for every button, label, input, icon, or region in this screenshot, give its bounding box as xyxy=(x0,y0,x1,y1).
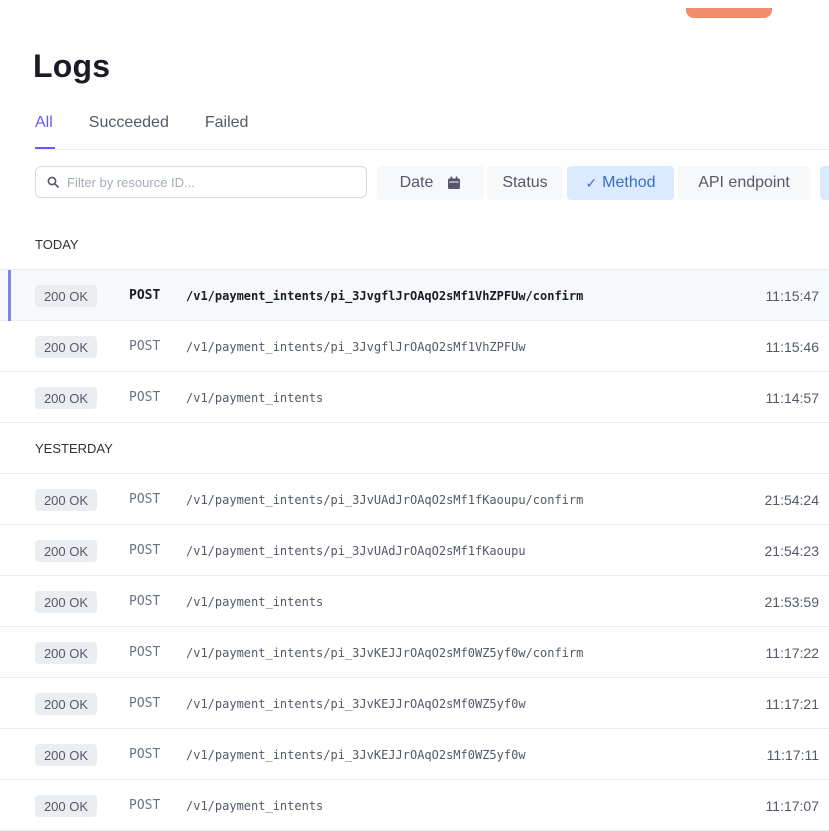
selected-row-indicator xyxy=(8,270,11,321)
http-method: POST xyxy=(129,390,161,405)
request-path: /v1/payment_intents/pi_3JvUAdJrOAqO2sMf1… xyxy=(186,493,584,507)
http-method: POST xyxy=(129,594,161,609)
log-row[interactable]: 200 OK POST/v1/payment_intents/pi_3JvgflJ… xyxy=(0,321,829,372)
request-path: /v1/payment_intents/pi_3JvKEJJrOAqO2sMf0… xyxy=(186,697,526,711)
request-time: 11:17:22 xyxy=(765,645,819,661)
log-row[interactable]: 200 OK POST/v1/payment_intents 11:14:57 xyxy=(0,372,829,423)
status-badge: 200 OK xyxy=(35,591,97,613)
request-path: /v1/payment_intents xyxy=(186,595,324,609)
request-time: 21:54:23 xyxy=(764,543,820,559)
status-badge: 200 OK xyxy=(35,642,97,664)
log-row[interactable]: 200 OK POST/v1/payment_intents 21:53:59 xyxy=(0,576,829,627)
request-path: /v1/payment_intents xyxy=(186,799,324,813)
status-badge: 200 OK xyxy=(35,387,97,409)
date-filter-label: Date xyxy=(399,174,434,191)
log-row[interactable]: 200 OK POST/v1/payment_intents/pi_3JvKEJJ… xyxy=(0,729,829,780)
status-badge: 200 OK xyxy=(35,693,97,715)
method-filter-label: Method xyxy=(602,174,656,191)
log-row[interactable]: 200 OK POST/v1/payment_intents/pi_3JvKEJJ… xyxy=(0,678,829,729)
request-time: 11:17:21 xyxy=(765,696,819,712)
calendar-icon xyxy=(448,176,461,189)
log-row[interactable]: 200 OK POST/v1/payment_intents/pi_3JvgflJ… xyxy=(0,270,829,321)
request-time: 21:54:24 xyxy=(764,492,820,508)
request-path: /v1/payment_intents/pi_3JvUAdJrOAqO2sMf1… xyxy=(186,544,526,558)
log-row[interactable]: 200 OK POST/v1/payment_intents/pi_3JvKEJJ… xyxy=(0,627,829,678)
resource-id-filter-input[interactable] xyxy=(65,173,359,191)
status-badge: 200 OK xyxy=(35,489,97,511)
search-box[interactable] xyxy=(35,166,367,198)
request-path: /v1/payment_intents/pi_3JvKEJJrOAqO2sMf0… xyxy=(186,748,526,762)
http-method: POST xyxy=(129,543,161,558)
status-filter-label: Status xyxy=(502,174,548,191)
tab-all[interactable]: All xyxy=(35,113,55,149)
status-badge: 200 OK xyxy=(35,336,97,358)
http-method: POST xyxy=(129,339,161,354)
method-filter-chip[interactable]: ✓ Method xyxy=(567,166,674,200)
request-time: 11:15:46 xyxy=(765,339,819,355)
http-method: POST xyxy=(129,696,161,711)
api-endpoint-filter-label: API endpoint xyxy=(698,174,790,191)
status-badge: 200 OK xyxy=(35,795,97,817)
log-row[interactable]: 200 OK POST/v1/payment_intents/pi_3JvUAdJ… xyxy=(0,474,829,525)
status-filter-chip[interactable]: Status xyxy=(487,166,563,200)
section-header-today: TODAY xyxy=(0,219,829,270)
request-path: /v1/payment_intents/pi_3JvKEJJrOAqO2sMf0… xyxy=(186,646,584,660)
http-method: POST xyxy=(129,798,161,813)
tab-succeeded[interactable]: Succeeded xyxy=(89,113,169,147)
http-method: POST xyxy=(129,645,161,660)
request-time: 11:15:47 xyxy=(765,288,819,304)
section-header-yesterday: YESTERDAY xyxy=(0,423,829,474)
date-filter-chip[interactable]: Date xyxy=(377,166,484,200)
http-method: POST xyxy=(129,492,161,507)
check-icon: ✓ xyxy=(585,174,598,191)
request-time: 21:53:59 xyxy=(764,594,820,610)
filter-bar: Date Status ✓ Method API endpoint xyxy=(35,166,829,200)
page-title: Logs xyxy=(33,48,111,84)
status-badge: 200 OK xyxy=(35,744,97,766)
more-filter-chip[interactable] xyxy=(820,166,829,200)
status-badge: 200 OK xyxy=(35,285,97,307)
log-row[interactable]: 200 OK POST/v1/payment_intents/pi_3JvUAdJ… xyxy=(0,525,829,576)
top-accent-bar xyxy=(686,8,772,18)
http-method: POST xyxy=(129,747,161,762)
tab-failed[interactable]: Failed xyxy=(205,113,249,147)
request-time: 11:17:11 xyxy=(766,747,819,763)
request-time: 11:14:57 xyxy=(765,390,819,406)
request-path: /v1/payment_intents/pi_3JvgflJrOAqO2sMf1… xyxy=(186,289,584,303)
request-path: /v1/payment_intents xyxy=(186,391,324,405)
log-tabs: All Succeeded Failed xyxy=(35,113,829,150)
api-endpoint-filter-chip[interactable]: API endpoint xyxy=(678,166,810,200)
request-path: /v1/payment_intents/pi_3JvgflJrOAqO2sMf1… xyxy=(186,340,526,354)
request-time: 11:17:07 xyxy=(765,798,819,814)
search-icon xyxy=(47,176,59,188)
status-badge: 200 OK xyxy=(35,540,97,562)
http-method: POST xyxy=(129,288,161,303)
log-row[interactable]: 200 OK POST/v1/payment_intents 11:17:07 xyxy=(0,780,829,831)
